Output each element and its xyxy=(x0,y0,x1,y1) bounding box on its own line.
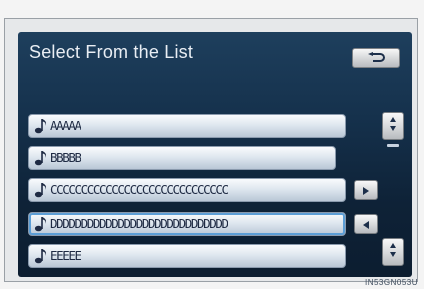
list-item-label: AAAAA xyxy=(50,119,81,133)
list-item-aaaaa[interactable]: AAAAA xyxy=(28,114,346,138)
back-button[interactable] xyxy=(352,48,400,68)
music-note-icon xyxy=(32,149,50,167)
scroll-down-button[interactable] xyxy=(382,238,404,266)
list-item-bbbbb[interactable]: BBBBB xyxy=(28,146,336,170)
scroll-text-left-button[interactable] xyxy=(354,214,378,234)
scroll-up-button[interactable] xyxy=(382,112,404,140)
triangle-right-icon xyxy=(362,181,370,200)
image-code: IN53GN053U xyxy=(364,278,418,287)
scrollbar[interactable] xyxy=(382,108,404,268)
list-item-ddddd[interactable]: DDDDDDDDDDDDDDDDDDDDDDDDDDDDD xyxy=(28,212,346,236)
music-note-icon xyxy=(32,247,50,265)
music-note-icon xyxy=(32,117,50,135)
music-note-icon xyxy=(32,215,50,233)
list-screen: Select From the List AAAAA BBBBB CCCCCCC… xyxy=(18,32,412,277)
list-item-ccccc[interactable]: CCCCCCCCCCCCCCCCCCCCCCCCCCCCC xyxy=(28,178,346,202)
list-item-eeeee[interactable]: EEEEE xyxy=(28,244,346,268)
list-item-label: CCCCCCCCCCCCCCCCCCCCCCCCCCCCC xyxy=(50,183,228,197)
music-note-icon xyxy=(32,181,50,199)
screen-title: Select From the List xyxy=(29,42,194,62)
scroll-thumb[interactable] xyxy=(387,144,399,147)
scroll-text-right-button[interactable] xyxy=(354,180,378,200)
scroll-up-icon xyxy=(389,116,397,136)
scroll-down-icon xyxy=(389,242,397,262)
return-arrow-icon xyxy=(367,52,385,64)
triangle-left-icon xyxy=(362,215,370,234)
list-item-label: BBBBB xyxy=(50,151,81,165)
list-item-label: EEEEE xyxy=(50,249,81,263)
list-item-label: DDDDDDDDDDDDDDDDDDDDDDDDDDDDD xyxy=(50,217,228,231)
